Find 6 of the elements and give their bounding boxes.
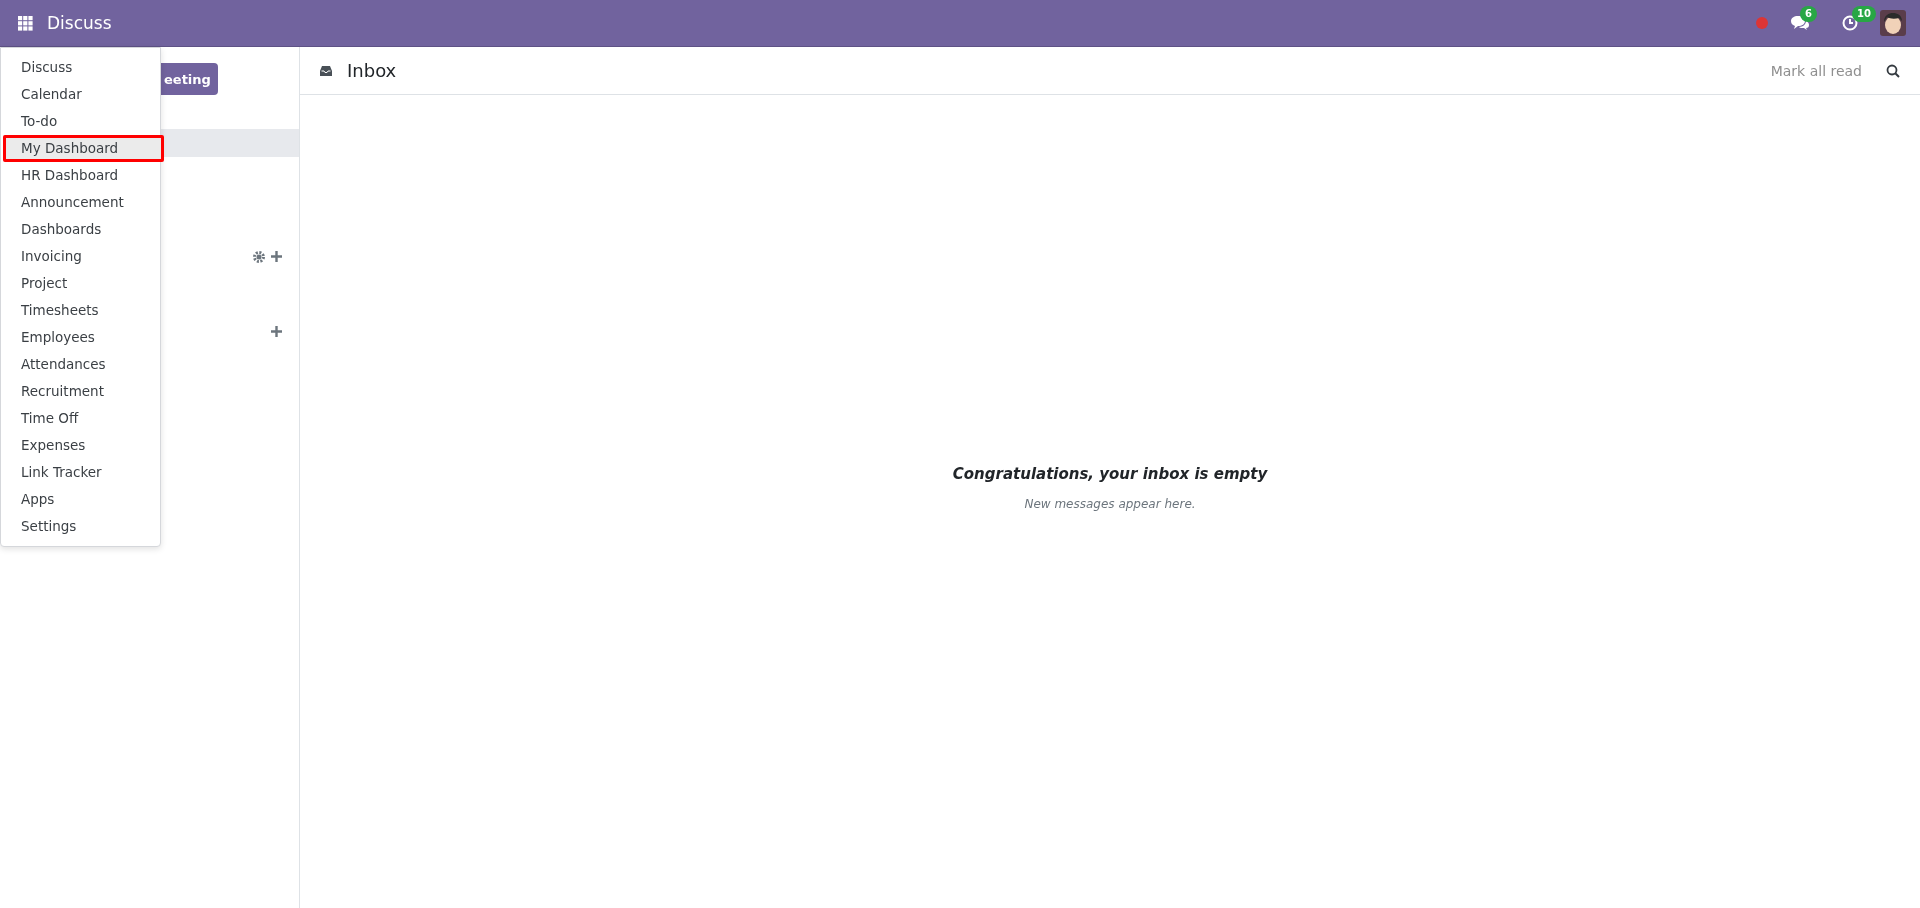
message-count-badge: 6: [1800, 6, 1817, 22]
empty-inbox-subtitle: New messages appear here.: [1024, 496, 1196, 511]
app-title: Discuss: [47, 13, 112, 33]
empty-inbox-title: Congratulations, your inbox is empty: [952, 464, 1268, 483]
activity-count-badge: 10: [1852, 6, 1876, 22]
inbox-title: Inbox: [347, 60, 397, 81]
